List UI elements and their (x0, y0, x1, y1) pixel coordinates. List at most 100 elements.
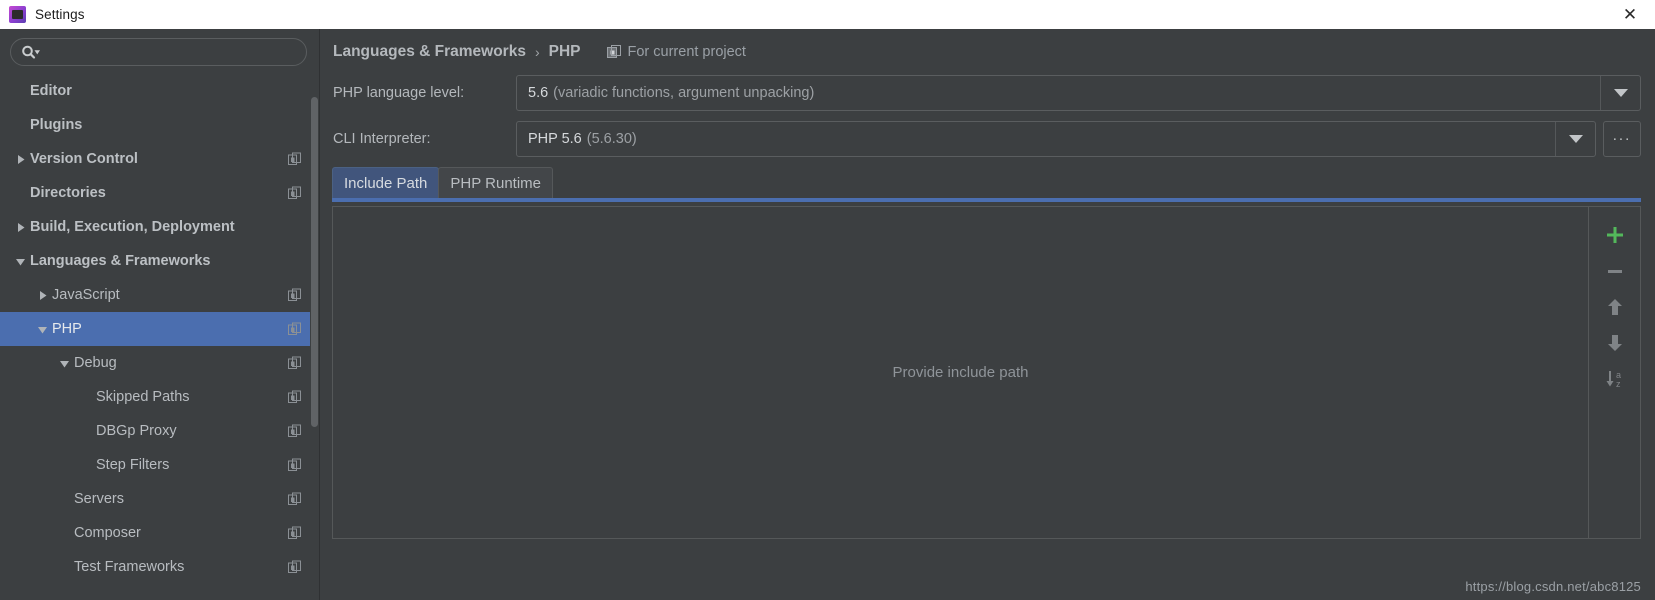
chevron-down-icon[interactable] (37, 324, 48, 335)
sidebar-item-label: JavaScript (52, 287, 120, 303)
cli-interpreter-select[interactable]: PHP 5.6 (5.6.30) (516, 121, 1596, 157)
sidebar-item-label: Servers (74, 491, 124, 507)
settings-tree: Editor Plugins Version Control Directories B… (0, 74, 319, 600)
combo-value: PHP 5.6 (5.6.30) (517, 122, 1555, 156)
tree-twisty[interactable] (32, 324, 52, 335)
tree-twisty[interactable] (32, 290, 52, 301)
chevron-down-icon[interactable] (1600, 76, 1640, 110)
project-scope-icon (606, 45, 621, 58)
sort-az-icon: az (1606, 370, 1621, 389)
close-icon[interactable]: ✕ (1617, 0, 1643, 29)
copy-settings-icon (288, 458, 301, 471)
sidebar-item-build-execution-deployment[interactable]: Build, Execution, Deployment (0, 210, 319, 244)
copy-settings-icon (288, 288, 301, 301)
plus-icon (1606, 227, 1623, 243)
move-down-button[interactable] (1595, 325, 1635, 361)
sidebar-item-test-frameworks[interactable]: Test Frameworks (0, 550, 319, 584)
combo-value-primary: 5.6 (528, 85, 549, 101)
php-language-level-select[interactable]: 5.6 (variadic functions, argument unpacki… (516, 75, 1641, 111)
sidebar-item-dbgp-proxy[interactable]: DBGp Proxy (0, 414, 319, 448)
include-path-panel: Provide include path az (332, 206, 1641, 539)
sidebar-item-label: Version Control (30, 151, 138, 167)
sidebar-item-label: Editor (30, 83, 72, 99)
app-icon (9, 6, 26, 23)
active-tab-strip (332, 198, 1641, 202)
window-title-bar: Settings ✕ (0, 0, 1655, 29)
settings-tabs: Include Path PHP Runtime (332, 167, 1641, 198)
copy-settings-icon (288, 356, 301, 369)
minus-icon (1607, 270, 1622, 273)
tab-include-path[interactable]: Include Path (332, 167, 440, 198)
arrow-up-icon (1607, 299, 1622, 315)
copy-settings-icon (288, 492, 301, 505)
tree-twisty[interactable] (10, 222, 30, 233)
breadcrumb-leaf: PHP (548, 43, 581, 60)
chevron-right-icon[interactable] (37, 290, 48, 301)
combo-value-secondary: (5.6.30) (586, 131, 637, 147)
sidebar-item-directories[interactable]: Directories (0, 176, 319, 210)
sidebar-item-label: Plugins (30, 117, 83, 133)
sidebar-item-debug[interactable]: Debug (0, 346, 319, 380)
settings-main-panel: Languages & Frameworks › PHP For current… (320, 29, 1655, 600)
sidebar-item-javascript[interactable]: JavaScript (0, 278, 319, 312)
settings-dialog-body: Editor Plugins Version Control Directories B… (0, 29, 1655, 600)
chevron-down-icon[interactable] (15, 256, 26, 267)
sort-button[interactable]: az (1595, 361, 1635, 397)
breadcrumb-root[interactable]: Languages & Frameworks (333, 43, 526, 61)
sidebar-item-label: Build, Execution, Deployment (30, 219, 235, 235)
sidebar-item-composer[interactable]: Composer (0, 516, 319, 550)
search-box[interactable] (10, 38, 307, 66)
include-path-list[interactable]: Provide include path (332, 206, 1589, 539)
chevron-down-icon[interactable] (1555, 122, 1595, 156)
sidebar-item-step-filters[interactable]: Step Filters (0, 448, 319, 482)
combo-value-secondary: (variadic functions, argument unpacking) (553, 85, 815, 101)
project-scope-indicator: For current project (606, 44, 746, 60)
sidebar-item-version-control[interactable]: Version Control (0, 142, 319, 176)
sidebar-item-label: Directories (30, 185, 106, 201)
search-container (0, 29, 319, 66)
chevron-down-icon[interactable] (59, 358, 70, 369)
sidebar-item-skipped-paths[interactable]: Skipped Paths (0, 380, 319, 414)
add-button[interactable] (1595, 217, 1635, 253)
sidebar-item-php[interactable]: PHP (0, 312, 319, 346)
tree-twisty[interactable] (10, 154, 30, 165)
sidebar-item-servers[interactable]: Servers (0, 482, 319, 516)
combo-value: 5.6 (variadic functions, argument unpacki… (517, 76, 1600, 110)
sidebar-item-languages-frameworks[interactable]: Languages & Frameworks (0, 244, 319, 278)
sidebar-scrollbar-thumb[interactable] (311, 97, 318, 427)
field-row: CLI Interpreter: PHP 5.6 (5.6.30)... (332, 121, 1641, 157)
tab-php-runtime[interactable]: PHP Runtime (438, 167, 553, 198)
project-scope-text: For current project (627, 44, 746, 60)
tree-twisty[interactable] (10, 256, 30, 267)
sidebar-item-editor[interactable]: Editor (0, 74, 319, 108)
settings-sidebar: Editor Plugins Version Control Directories B… (0, 29, 320, 600)
sidebar-item-label: Step Filters (96, 457, 170, 473)
list-toolbar: az (1589, 206, 1641, 539)
copy-settings-icon (288, 526, 301, 539)
watermark: https://blog.csdn.net/abc8125 (1465, 579, 1641, 594)
copy-settings-icon (288, 560, 301, 573)
search-input[interactable] (43, 44, 296, 60)
copy-settings-icon (288, 424, 301, 437)
arrow-down-icon (1607, 335, 1622, 351)
tree-twisty[interactable] (54, 358, 74, 369)
breadcrumb: Languages & Frameworks › PHP For current… (332, 29, 1641, 75)
window-title: Settings (35, 7, 85, 22)
sidebar-item-label: DBGp Proxy (96, 423, 177, 439)
sidebar-item-plugins[interactable]: Plugins (0, 108, 319, 142)
remove-button[interactable] (1595, 253, 1635, 289)
copy-settings-icon (288, 186, 301, 199)
chevron-right-icon[interactable] (15, 154, 26, 165)
move-up-button[interactable] (1595, 289, 1635, 325)
empty-list-placeholder: Provide include path (892, 364, 1029, 381)
sidebar-item-label: PHP (52, 321, 82, 337)
browse-interpreters-button[interactable]: ... (1603, 121, 1641, 157)
field-label: PHP language level: (333, 85, 465, 101)
chevron-right-icon[interactable] (15, 222, 26, 233)
sidebar-scrollbar-track[interactable] (310, 29, 319, 600)
copy-settings-icon (288, 390, 301, 403)
search-icon (22, 45, 40, 59)
combo-value-primary: PHP 5.6 (528, 131, 582, 147)
sidebar-item-label: Debug (74, 355, 117, 371)
copy-settings-icon (288, 152, 301, 165)
